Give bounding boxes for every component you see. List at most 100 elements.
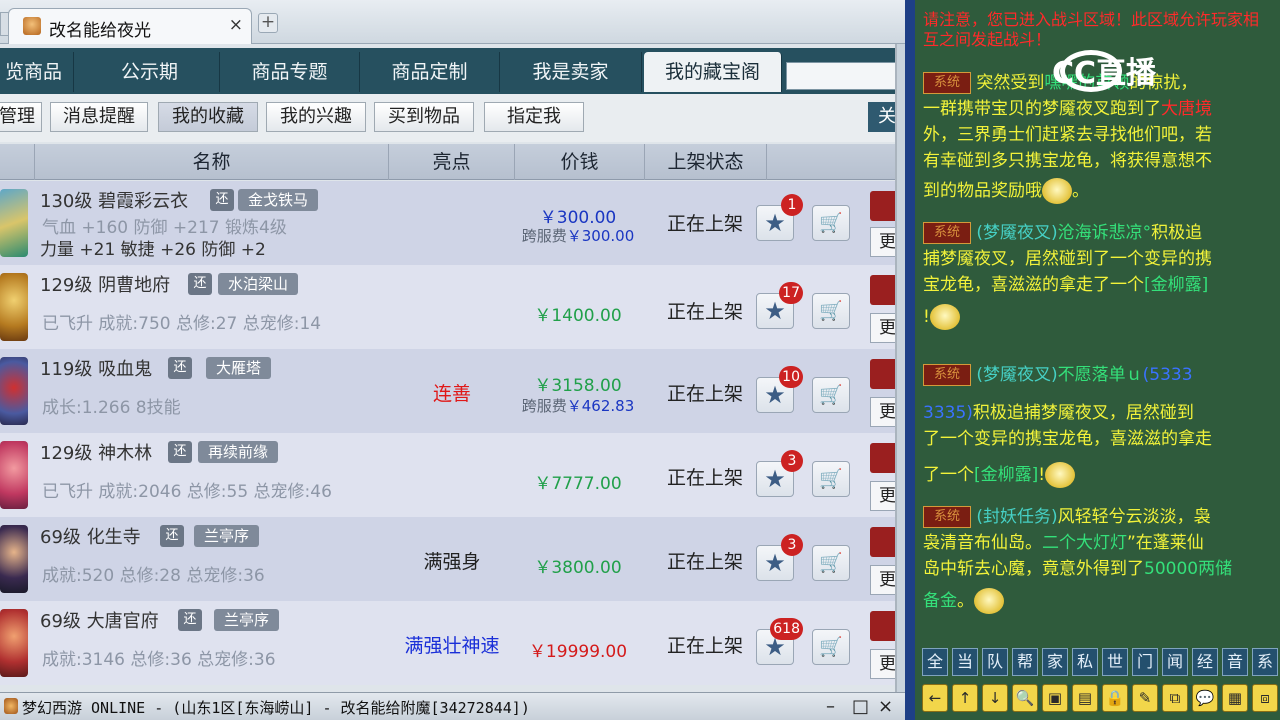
channel-family-button[interactable]: 家 [1042, 648, 1068, 676]
tab-browse-items[interactable]: 览商品 [0, 52, 74, 92]
buy-button[interactable] [870, 443, 895, 473]
table-row[interactable]: 130级 碧霞彩云衣 还 金戈铁马 气血 +160 防御 +217 锻炼4级 力… [0, 181, 895, 265]
chat-item-link[interactable]: [金柳露] [1144, 275, 1208, 295]
favorite-button[interactable]: ★ 1 [756, 194, 803, 241]
chat-message-4-line2: 袅清音布仙岛。二个大灯灯”在蓬莱仙 [923, 530, 1263, 556]
close-panel-button[interactable]: 关 [868, 102, 895, 132]
pet-avatar[interactable] [0, 357, 28, 425]
channel-school-button[interactable]: 门 [1132, 648, 1158, 676]
item-thumbnail[interactable] [0, 189, 28, 257]
more-button[interactable]: 更 [870, 227, 895, 257]
maximize-button[interactable]: □ [852, 696, 869, 717]
favorite-button[interactable]: ★ 10 [756, 366, 803, 413]
cart-icon[interactable]: 🛒 [812, 461, 850, 497]
table-row[interactable]: 129级 阴曹地府 还 水泊梁山 已飞升 成就:750 总修:27 总宠修:14… [0, 265, 895, 349]
item-name[interactable]: 129级 阴曹地府 [40, 271, 170, 297]
chat-name[interactable]: 不愿落单ｕ [1058, 365, 1143, 385]
favorite-button[interactable]: ★ 17 [756, 282, 803, 329]
table-row[interactable]: 129级 神木林 还 再续前缘 已飞升 成就:2046 总修:55 总宠修:46… [0, 433, 895, 517]
channel-private-button[interactable]: 私 [1072, 648, 1098, 676]
expand-icon[interactable]: ⧈ [1252, 684, 1278, 712]
copy-icon[interactable]: ⧉ [1162, 684, 1188, 712]
channel-guild-button[interactable]: 帮 [1012, 648, 1038, 676]
more-button[interactable]: 更 [870, 565, 895, 595]
browser-tab-active[interactable]: 改名能给夜光 × [8, 8, 252, 44]
channel-system-button[interactable]: 系 [1252, 648, 1278, 676]
table-row[interactable]: 119级 吸血鬼 还 大雁塔 成长:1.266 8技能 连善 ￥3158.00 … [0, 349, 895, 433]
cross-server-fee: 跨服费￥462.83 [512, 395, 644, 416]
tab-custom[interactable]: 商品定制 [360, 52, 500, 92]
channel-trade-button[interactable]: 经 [1192, 648, 1218, 676]
favorite-button[interactable]: ★ 3 [756, 534, 803, 581]
chat-name[interactable]: 沧海诉悲凉° [1058, 223, 1152, 243]
tab-public-period[interactable]: 公示期 [80, 52, 220, 92]
sub-tab-manage[interactable]: 管理 [0, 102, 42, 132]
channel-news-button[interactable]: 闻 [1162, 648, 1188, 676]
cart-icon[interactable]: 🛒 [812, 205, 850, 241]
tab-seller[interactable]: 我是卖家 [500, 52, 642, 92]
chat-name[interactable]: 二个大灯灯 [1042, 533, 1127, 553]
arrow-down-icon[interactable]: ↓ [982, 684, 1008, 712]
more-button[interactable]: 更 [870, 649, 895, 679]
table-row[interactable]: 69级 化生寺 还 兰亭序 成就:520 总修:28 总宠修:36 满强身 ￥3… [0, 517, 895, 601]
favorite-button[interactable]: ★ 3 [756, 450, 803, 497]
character-avatar[interactable] [0, 441, 28, 509]
channel-voice-button[interactable]: 音 [1222, 648, 1248, 676]
item-stats-extra: 力量 +21 敏捷 +26 防御 +2 [40, 240, 266, 260]
chat-bubble-icon[interactable]: 💬 [1192, 684, 1218, 712]
more-button[interactable]: 更 [870, 481, 895, 511]
channel-all-button[interactable]: 全 [922, 648, 948, 676]
item-name[interactable]: 69级 大唐官府 [40, 607, 159, 633]
cart-icon[interactable]: 🛒 [812, 377, 850, 413]
buy-button[interactable] [870, 359, 895, 389]
tab-topics[interactable]: 商品专题 [220, 52, 360, 92]
return-badge: 还 [210, 189, 234, 211]
search-icon[interactable]: 🔍 [1012, 684, 1038, 712]
item-name[interactable]: 129级 神木林 [40, 439, 152, 465]
item-highlight: 满强身 [423, 551, 481, 573]
tab-close-icon[interactable]: × [229, 15, 243, 35]
sub-tab-purchased[interactable]: 买到物品 [374, 102, 474, 132]
sub-tab-assigned[interactable]: 指定我 [484, 102, 584, 132]
more-button[interactable]: 更 [870, 397, 895, 427]
channel-world-button[interactable]: 世 [1102, 648, 1128, 676]
buy-button[interactable] [870, 611, 895, 641]
item-name[interactable]: 69级 化生寺 [40, 523, 141, 549]
system-tag: 系统 [923, 222, 971, 244]
character-avatar[interactable] [0, 609, 28, 677]
table-row[interactable]: 69级 大唐官府 还 兰亭序 成就:3146 总修:36 总宠修:36 满强壮神… [0, 601, 895, 685]
item-name[interactable]: 119级 吸血鬼 [40, 355, 152, 381]
lock-icon[interactable]: 🔒 [1102, 684, 1128, 712]
new-tab-button[interactable]: + [258, 13, 278, 33]
list-icon[interactable]: ▤ [1072, 684, 1098, 712]
buy-button[interactable] [870, 275, 895, 305]
tab-my-pavilion[interactable]: 我的藏宝阁 [644, 52, 782, 92]
more-button[interactable]: 更 [870, 313, 895, 343]
sub-tab-notifications[interactable]: 消息提醒 [50, 102, 148, 132]
sub-tab-favorites[interactable]: 我的收藏 [158, 102, 258, 132]
arrow-left-icon[interactable]: ← [922, 684, 948, 712]
favorite-button[interactable]: ★ 618 [756, 618, 803, 665]
minimize-button[interactable]: – [826, 696, 835, 717]
item-highlight: 连善 [432, 383, 471, 405]
channel-team-button[interactable]: 队 [982, 648, 1008, 676]
search-input[interactable] [786, 62, 895, 90]
close-window-button[interactable]: × [878, 696, 893, 717]
cart-icon[interactable]: 🛒 [812, 629, 850, 665]
window-icon[interactable]: ▣ [1042, 684, 1068, 712]
character-avatar[interactable] [0, 525, 28, 593]
buy-button[interactable] [870, 191, 895, 221]
cart-icon[interactable]: 🛒 [812, 545, 850, 581]
arrow-up-icon[interactable]: ↑ [952, 684, 978, 712]
item-highlight: 满强壮神速 [404, 635, 500, 657]
buy-button[interactable] [870, 527, 895, 557]
character-avatar[interactable] [0, 273, 28, 341]
cart-icon[interactable]: 🛒 [812, 293, 850, 329]
item-name[interactable]: 130级 碧霞彩云衣 [40, 187, 188, 213]
channel-current-button[interactable]: 当 [952, 648, 978, 676]
system-tag: 系统 [923, 506, 971, 528]
grid-icon[interactable]: ▦ [1222, 684, 1248, 712]
broom-icon[interactable]: ✎ [1132, 684, 1158, 712]
sub-tab-interests[interactable]: 我的兴趣 [266, 102, 366, 132]
chat-item-link[interactable]: [金柳露] [974, 465, 1038, 485]
